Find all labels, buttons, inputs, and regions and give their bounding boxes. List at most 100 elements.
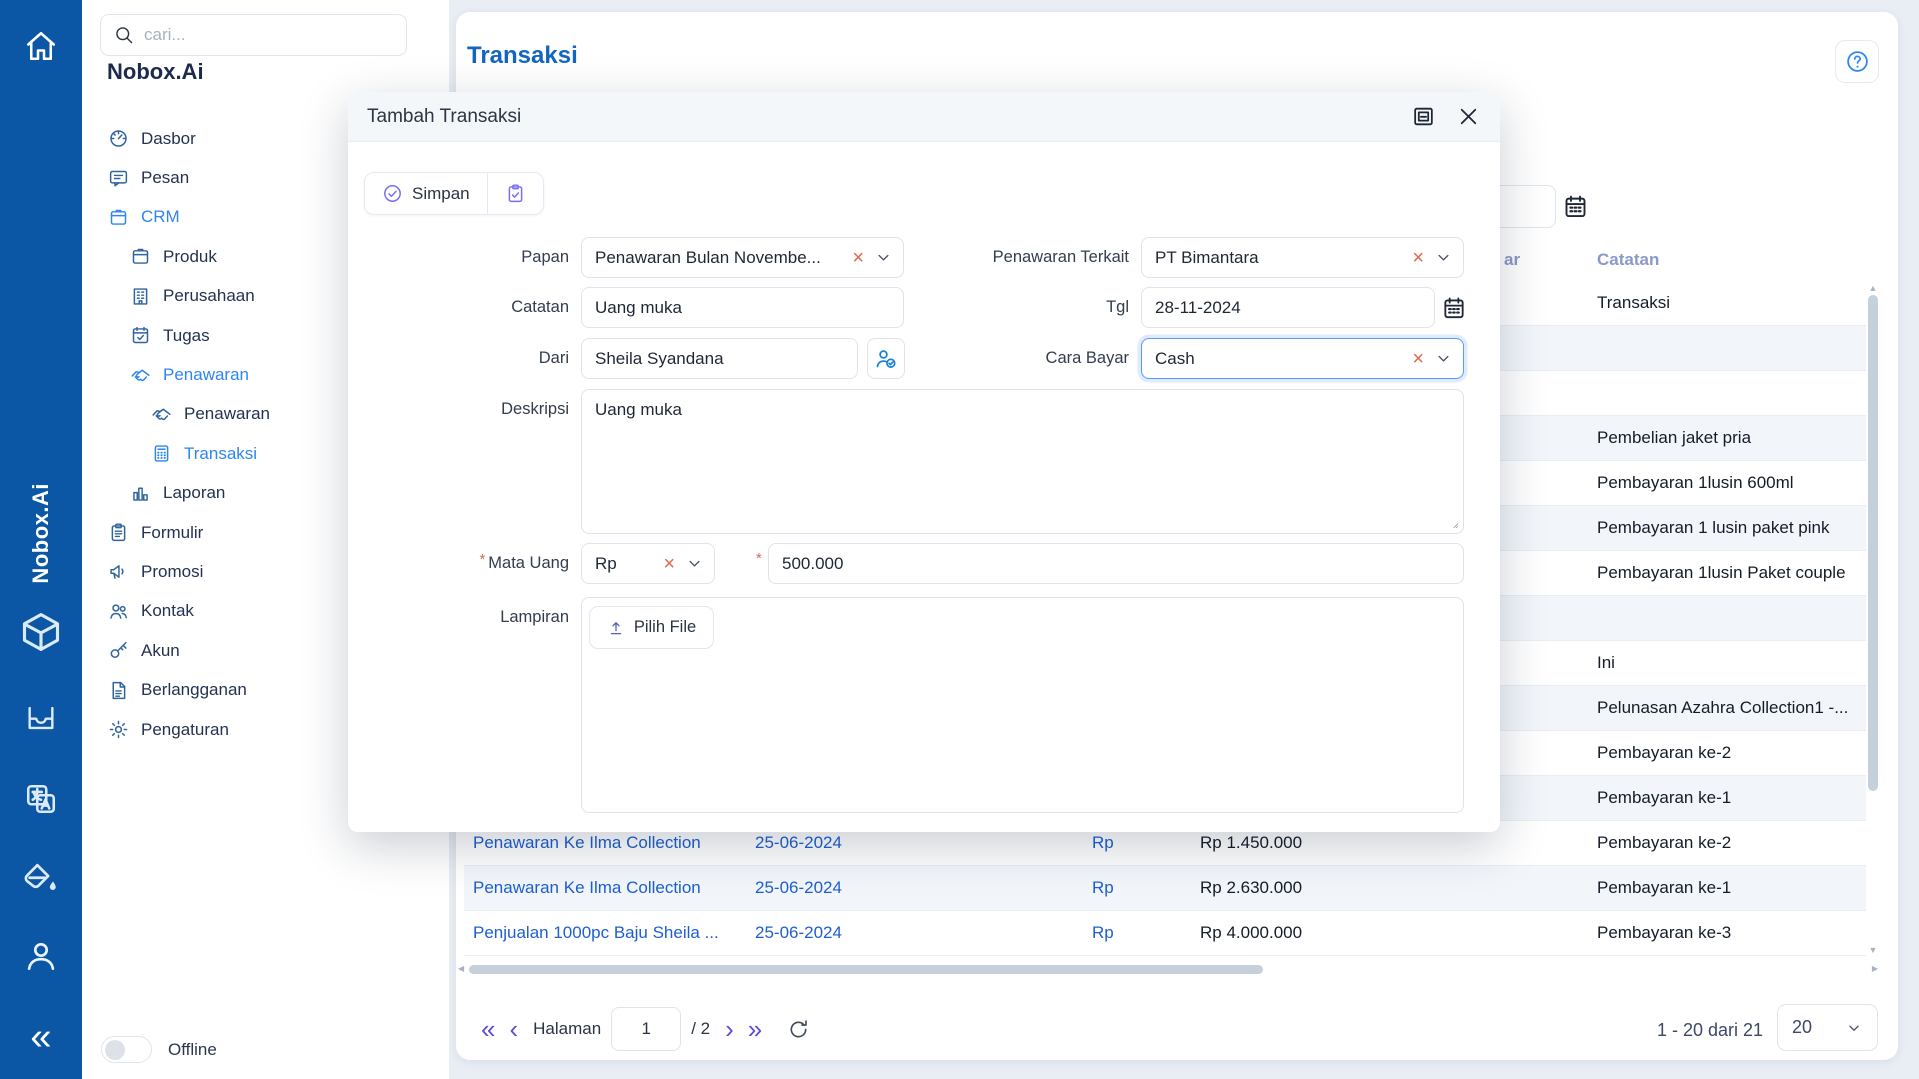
tgl-input[interactable]	[1141, 287, 1435, 328]
save-and-check-button[interactable]	[487, 173, 543, 214]
inbox-icon[interactable]	[24, 701, 58, 735]
transaction-catatan: Pembelian jaket pria	[1597, 416, 1751, 460]
scroll-right-arrow-icon[interactable]: ▶	[1872, 964, 1878, 973]
pagination-first-button[interactable]: «	[474, 1016, 502, 1042]
page-number-input[interactable]	[611, 1007, 681, 1051]
calendar-icon[interactable]	[1562, 193, 1589, 220]
modal-title: Tambah Transaksi	[367, 106, 1411, 128]
penawaran-terkait-select[interactable]: PT Bimantara ×	[1141, 237, 1464, 278]
document-icon	[108, 680, 129, 701]
clipboard-icon	[108, 522, 129, 543]
chevron-down-icon[interactable]	[1434, 248, 1453, 267]
table-row[interactable]: Penawaran Ke Ilma Collection 25-06-2024 Rp…	[464, 866, 1866, 911]
vertical-scroll-thumb[interactable]	[1868, 295, 1878, 791]
building-icon	[130, 286, 151, 307]
chevron-down-icon[interactable]	[1434, 349, 1453, 368]
offline-toggle[interactable]	[101, 1036, 152, 1063]
scroll-up-arrow-icon[interactable]: ▲	[1866, 283, 1880, 293]
sidebar-item-label: Promosi	[141, 562, 203, 582]
transaction-currency-link[interactable]: Rp	[1092, 866, 1114, 910]
deskripsi-textarea[interactable]: Uang muka	[581, 389, 1464, 534]
clear-icon[interactable]: ×	[1412, 248, 1424, 268]
sidebar-item-label: Penawaran	[184, 404, 270, 424]
dari-input[interactable]	[581, 338, 858, 379]
pagination-next-button[interactable]: ›	[718, 1016, 741, 1042]
page-size-select[interactable]: 20	[1777, 1004, 1878, 1051]
cara-bayar-select[interactable]: Cash ×	[1141, 338, 1464, 379]
calendar-icon[interactable]	[1441, 295, 1467, 321]
scroll-left-arrow-icon[interactable]: ◀	[458, 964, 464, 973]
transaction-name-link[interactable]: Penjualan 1000pc Baju Sheila ...	[473, 911, 719, 955]
pilih-file-button[interactable]: Pilih File	[589, 606, 714, 649]
sidebar-search[interactable]	[100, 14, 407, 56]
transaction-catatan: Pembayaran ke-2	[1597, 821, 1731, 865]
papan-select[interactable]: Penawaran Bulan Novembe... ×	[581, 237, 904, 278]
catatan-input[interactable]	[581, 287, 904, 328]
task-calendar-icon	[130, 325, 151, 346]
briefcase-icon	[108, 207, 129, 228]
jumlah-input[interactable]	[768, 543, 1464, 584]
table-horizontal-scrollbar[interactable]: ◀ ▶	[456, 962, 1880, 976]
pagination-bar: « ‹ Halaman / 2 › »	[474, 1006, 810, 1052]
translate-icon[interactable]	[23, 781, 59, 817]
sidebar-item-label: Transaksi	[184, 444, 257, 464]
transaction-catatan: Transaksi	[1597, 281, 1670, 325]
refresh-icon[interactable]	[787, 1018, 810, 1041]
pick-contact-button[interactable]	[867, 338, 905, 379]
transaction-name-link[interactable]: Penawaran Ke Ilma Collection	[473, 866, 701, 910]
sidebar-item-label: Berlangganan	[141, 680, 247, 700]
message-icon	[108, 168, 129, 189]
sidebar-item-label: CRM	[141, 207, 180, 227]
transaction-currency-link[interactable]: Rp	[1092, 911, 1114, 955]
save-button[interactable]: Simpan	[365, 173, 487, 214]
clear-icon[interactable]: ×	[852, 248, 864, 268]
horizontal-scroll-thumb[interactable]	[469, 965, 1263, 974]
rail-brand-text: Nobox.Ai	[28, 483, 54, 584]
dari-label: Dari	[358, 349, 569, 368]
table-row[interactable]: Penjualan 1000pc Baju Sheila ... 25-06-20…	[464, 911, 1866, 956]
chevron-down-icon[interactable]	[874, 248, 893, 267]
modal-header: Tambah Transaksi	[348, 92, 1500, 142]
penawaran-terkait-label: Penawaran Terkait	[914, 248, 1129, 267]
calculator-icon	[151, 443, 172, 464]
required-asterisk: *	[479, 551, 485, 568]
transaction-date-link[interactable]: 25-06-2024	[755, 911, 842, 955]
transaction-date-link[interactable]: 25-06-2024	[755, 866, 842, 910]
transaction-catatan: Pembayaran 1lusin Paket couple	[1597, 551, 1846, 595]
bar-chart-icon	[130, 483, 151, 504]
search-input[interactable]	[144, 25, 393, 45]
sidebar-item-label: Laporan	[163, 483, 225, 503]
collapse-sidebar-icon[interactable]: «	[18, 1016, 64, 1062]
add-transaction-modal: Tambah Transaksi Simpan Papan Penawaran …	[348, 92, 1500, 832]
sidebar-item-label: Pengaturan	[141, 720, 229, 740]
user-icon[interactable]	[22, 937, 60, 975]
table-vertical-scrollbar[interactable]: ▲ ▼	[1866, 281, 1880, 957]
megaphone-icon	[108, 561, 129, 582]
clear-icon[interactable]: ×	[1412, 349, 1424, 369]
dashboard-icon	[108, 128, 129, 149]
transaction-amount: Rp 4.000.000	[1200, 911, 1302, 955]
deskripsi-label: Deskripsi	[358, 400, 569, 419]
transaction-catatan: Ini	[1597, 641, 1615, 685]
help-button[interactable]	[1835, 40, 1879, 83]
table-header-partial[interactable]: ar	[1504, 250, 1520, 270]
help-icon	[1845, 49, 1870, 74]
pagination-prev-button[interactable]: ‹	[502, 1016, 525, 1042]
sidebar-item-label: Tugas	[163, 326, 210, 346]
transaction-catatan: Pelunasan Azahra Collection1 -...	[1597, 686, 1848, 730]
home-icon[interactable]	[23, 28, 59, 64]
sidebar-item-label: Akun	[141, 641, 180, 661]
maximize-icon[interactable]	[1411, 104, 1436, 129]
clear-icon[interactable]: ×	[663, 554, 675, 574]
pagination-last-button[interactable]: »	[741, 1016, 769, 1042]
paint-icon[interactable]	[22, 860, 60, 898]
table-header-catatan[interactable]: Catatan	[1597, 250, 1659, 270]
modal-toolbar: Simpan	[364, 172, 544, 215]
close-icon[interactable]	[1456, 104, 1481, 129]
left-rail: Nobox.Ai «	[0, 0, 82, 1079]
lampiran-dropzone[interactable]: Pilih File	[581, 597, 1464, 813]
nobox-cube-icon[interactable]	[19, 610, 63, 654]
chevron-down-icon[interactable]	[685, 554, 704, 573]
scroll-down-arrow-icon[interactable]: ▼	[1866, 945, 1880, 955]
mata-uang-select[interactable]: Rp ×	[581, 543, 715, 584]
